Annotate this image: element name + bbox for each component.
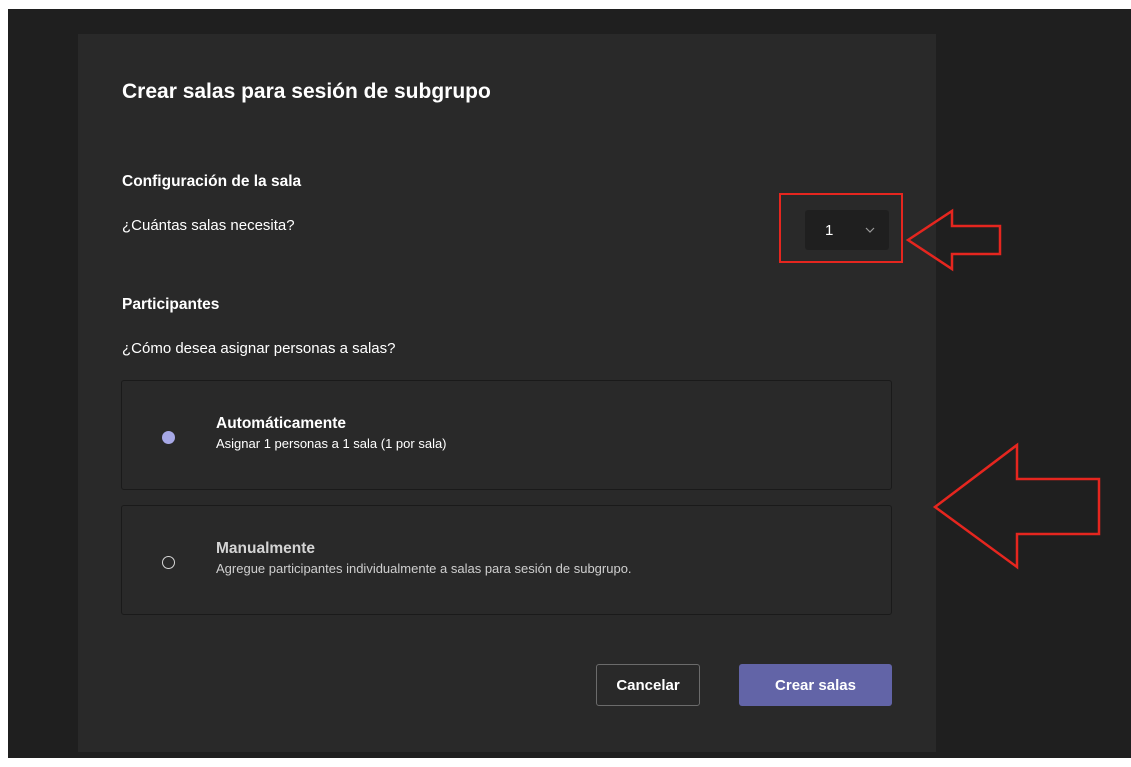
option-manual-description: Agregue participantes individualmente a … bbox=[216, 561, 632, 576]
radio-selected-icon[interactable] bbox=[162, 431, 175, 444]
annotation-arrow-icon bbox=[932, 442, 1101, 570]
option-manual[interactable]: Manualmente Agregue participantes indivi… bbox=[121, 505, 892, 615]
annotation-highlight-box bbox=[779, 193, 903, 263]
option-automatic-title: Automáticamente bbox=[216, 415, 347, 432]
room-count-question: ¿Cuántas salas necesita? bbox=[122, 217, 295, 234]
cancel-button[interactable]: Cancelar bbox=[596, 664, 700, 706]
dialog-title: Crear salas para sesión de subgrupo bbox=[122, 80, 491, 103]
option-automatic[interactable]: Automáticamente Asignar 1 personas a 1 s… bbox=[121, 380, 892, 490]
option-manual-title: Manualmente bbox=[216, 540, 316, 557]
create-rooms-dialog: Crear salas para sesión de subgrupo Conf… bbox=[78, 34, 936, 752]
annotation-arrow-icon bbox=[905, 208, 1002, 272]
radio-unselected-icon[interactable] bbox=[162, 556, 175, 569]
room-config-heading: Configuración de la sala bbox=[122, 173, 302, 190]
participants-heading: Participantes bbox=[122, 296, 220, 313]
create-rooms-button[interactable]: Crear salas bbox=[739, 664, 892, 706]
assignment-question: ¿Cómo desea asignar personas a salas? bbox=[122, 340, 396, 357]
option-automatic-description: Asignar 1 personas a 1 sala (1 por sala) bbox=[216, 436, 447, 451]
